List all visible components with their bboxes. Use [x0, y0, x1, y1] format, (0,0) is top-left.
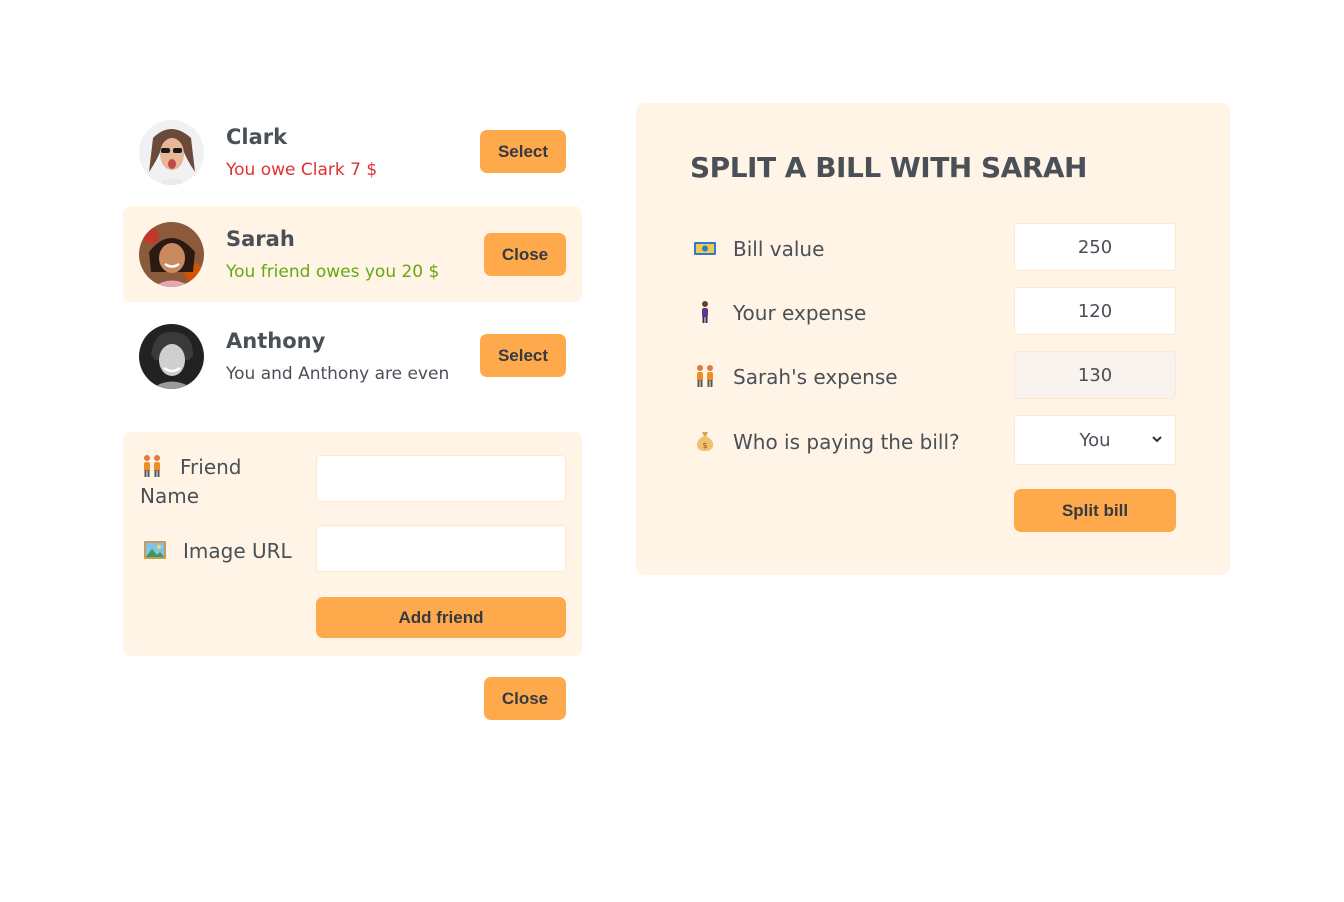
bill-value-input[interactable] [1014, 223, 1176, 271]
friend-expense-label: Sarah's expense [693, 364, 898, 389]
your-expense-label: Your expense [693, 300, 866, 325]
friend-item-anthony: Anthony You and Anthony are even Select [123, 308, 582, 404]
friend-expense-label-text: Sarah's expense [733, 365, 898, 389]
friend-item-sarah: Sarah You friend owes you 20 $ Close [123, 206, 582, 302]
image-url-label: Image URL [143, 537, 292, 566]
bill-value-label: Bill value [693, 236, 824, 261]
friend-name: Clark [226, 125, 288, 149]
avatar-anthony [139, 324, 204, 389]
your-expense-input[interactable] [1014, 287, 1176, 335]
bill-value-label-text: Bill value [733, 237, 825, 261]
friend-name: Sarah [226, 227, 295, 251]
two-people-icon [697, 365, 713, 387]
friend-name-input[interactable] [316, 455, 566, 502]
svg-text:$: $ [702, 441, 707, 450]
add-friend-form: Friend Name Image URL Add friend [123, 432, 582, 656]
image-url-input[interactable] [316, 525, 566, 572]
two-people-icon [144, 455, 160, 477]
select-button-clark[interactable]: Select [480, 130, 566, 173]
payer-select[interactable]: You [1014, 415, 1176, 465]
close-button-sarah[interactable]: Close [484, 233, 566, 276]
split-title: SPLIT A BILL WITH SARAH [690, 151, 1088, 184]
friend-expense-input [1014, 351, 1176, 399]
friend-name-label: Friend Name [140, 453, 290, 511]
money-bag-icon: $ [696, 432, 714, 451]
person-icon [702, 301, 708, 323]
avatar-clark [139, 120, 204, 185]
your-expense-label-text: Your expense [733, 301, 867, 325]
money-icon [694, 242, 716, 255]
friend-balance: You and Anthony are even [226, 364, 450, 384]
payer-label: $ Who is paying the bill? [693, 429, 960, 454]
chevron-down-icon [1152, 436, 1162, 443]
friends-list: Clark You owe Clark 7 $ Select Sarah You… [123, 104, 582, 410]
picture-icon [144, 541, 166, 559]
split-bill-button[interactable]: Split bill [1014, 489, 1176, 532]
add-friend-button[interactable]: Add friend [316, 597, 566, 638]
avatar-sarah [139, 222, 204, 287]
friend-item-clark: Clark You owe Clark 7 $ Select [123, 104, 582, 200]
friend-balance: You friend owes you 20 $ [226, 262, 440, 282]
split-bill-form: SPLIT A BILL WITH SARAH Bill value Your … [636, 103, 1230, 575]
friend-name: Anthony [226, 329, 326, 353]
image-url-label-text: Image URL [183, 539, 292, 563]
friend-balance: You owe Clark 7 $ [226, 160, 378, 180]
payer-select-value: You [1079, 429, 1111, 451]
select-button-anthony[interactable]: Select [480, 334, 566, 377]
close-form-button[interactable]: Close [484, 677, 566, 720]
payer-label-text: Who is paying the bill? [733, 430, 960, 454]
